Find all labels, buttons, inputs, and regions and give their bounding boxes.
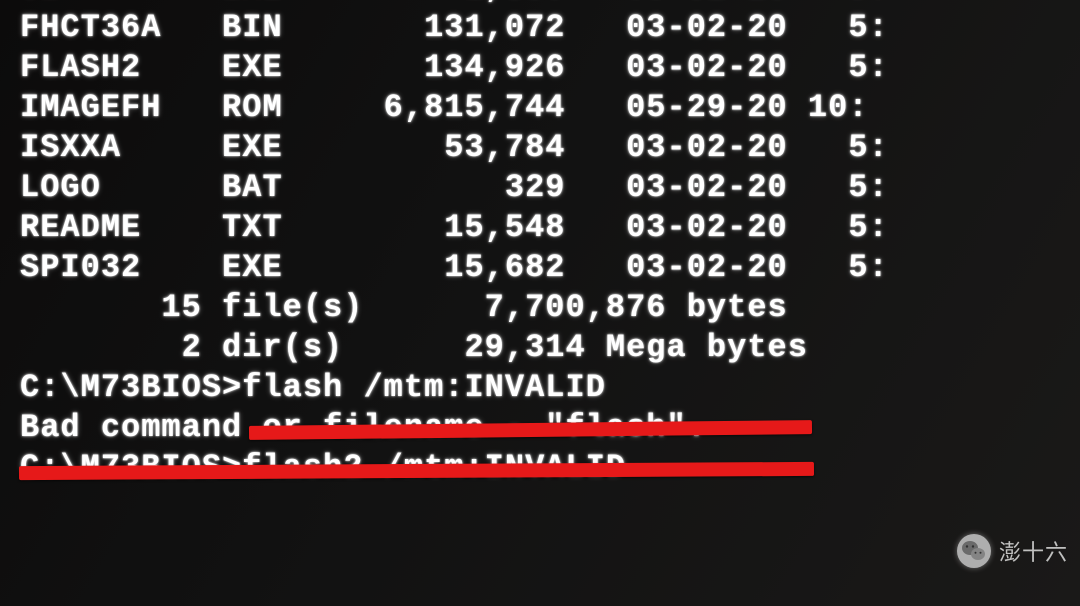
terminal-output: CI EXE 1,330 03-02-20 5: FHCT36A BIN 131… [20,0,889,488]
wechat-icon [957,534,991,568]
dir-row: ISXXA EXE 53,784 03-02-20 5: [20,128,889,168]
wechat-watermark: 澎十六 [957,534,1068,568]
dir-row: FHCT36A BIN 131,072 03-02-20 5: [20,8,889,48]
dir-summary-dirs: 2 dir(s) 29,314 Mega bytes [20,328,889,368]
dir-row: CI EXE 1,330 03-02-20 5: [20,0,889,8]
dos-terminal-photo: CI EXE 1,330 03-02-20 5: FHCT36A BIN 131… [0,0,1080,606]
dir-row: README TXT 15,548 03-02-20 5: [20,208,889,248]
prompt-struck: C:\M73BIOS>flash /mtm:INVALID [20,368,889,408]
dir-row: IMAGEFH ROM 6,815,744 05-29-20 10: [20,88,889,128]
watermark-text: 澎十六 [999,535,1068,567]
dir-row: LOGO BAT 329 03-02-20 5: [20,168,889,208]
dir-row: SPI032 EXE 15,682 03-02-20 5: [20,248,889,288]
dir-summary-files: 15 file(s) 7,700,876 bytes [20,288,889,328]
dir-row: FLASH2 EXE 134,926 03-02-20 5: [20,48,889,88]
